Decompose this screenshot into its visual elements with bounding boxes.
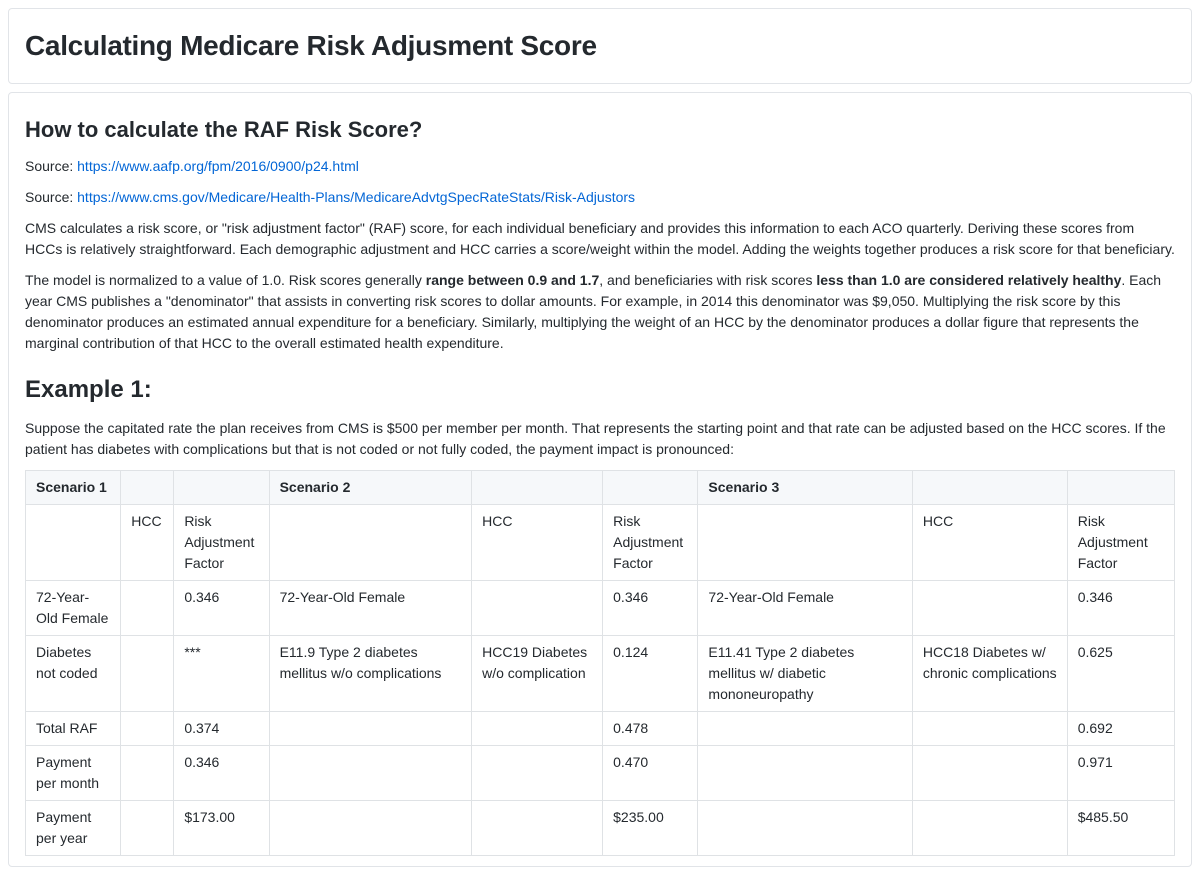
title-card: Calculating Medicare Risk Adjusment Scor… <box>8 8 1192 84</box>
cell <box>121 746 174 801</box>
th-blank <box>472 471 603 505</box>
cell-hcc-label: HCC <box>121 505 174 581</box>
source-prefix: Source: <box>25 158 77 174</box>
cell <box>698 801 912 856</box>
cell <box>472 801 603 856</box>
cell <box>121 636 174 712</box>
cell: 72-Year-Old Female <box>698 581 912 636</box>
cell-raf-label: Risk Adjustment Factor <box>1067 505 1174 581</box>
cell: 72-Year-Old Female <box>26 581 121 636</box>
cell: 0.470 <box>603 746 698 801</box>
cell: 0.346 <box>603 581 698 636</box>
cell-hcc-label: HCC <box>912 505 1067 581</box>
th-blank <box>121 471 174 505</box>
cell <box>269 712 472 746</box>
cell-hcc-label: HCC <box>472 505 603 581</box>
source-link-2[interactable]: https://www.cms.gov/Medicare/Health-Plan… <box>77 189 635 205</box>
th-scenario-1: Scenario 1 <box>26 471 121 505</box>
source-line-1: Source: https://www.aafp.org/fpm/2016/09… <box>25 156 1175 177</box>
table-row: Total RAF 0.374 0.478 0.692 <box>26 712 1175 746</box>
cell <box>698 505 912 581</box>
th-scenario-2: Scenario 2 <box>269 471 472 505</box>
cell-raf-label: Risk Adjustment Factor <box>174 505 269 581</box>
cell-raf-label: Risk Adjustment Factor <box>603 505 698 581</box>
paragraph-2: The model is normalized to a value of 1.… <box>25 270 1175 354</box>
cell: *** <box>174 636 269 712</box>
cell: Total RAF <box>26 712 121 746</box>
cell: Payment per month <box>26 746 121 801</box>
para2-bold-1: range between 0.9 and 1.7 <box>426 272 600 288</box>
cell <box>912 581 1067 636</box>
cell: 0.971 <box>1067 746 1174 801</box>
cell <box>269 746 472 801</box>
th-blank <box>1067 471 1174 505</box>
cell <box>698 712 912 746</box>
th-blank <box>912 471 1067 505</box>
para2-part-c: , and beneficiaries with risk scores <box>599 272 816 288</box>
table-header-row-1: Scenario 1 Scenario 2 Scenario 3 <box>26 471 1175 505</box>
cell: 0.124 <box>603 636 698 712</box>
th-blank <box>603 471 698 505</box>
cell: 0.346 <box>1067 581 1174 636</box>
cell: $235.00 <box>603 801 698 856</box>
cell: 0.374 <box>174 712 269 746</box>
cell: HCC18 Diabetes w/ chronic complications <box>912 636 1067 712</box>
cell: E11.9 Type 2 diabetes mellitus w/o compl… <box>269 636 472 712</box>
cell <box>698 746 912 801</box>
cell: $173.00 <box>174 801 269 856</box>
cell <box>121 581 174 636</box>
cell: 0.478 <box>603 712 698 746</box>
cell <box>121 712 174 746</box>
cell: $485.50 <box>1067 801 1174 856</box>
table-row: 72-Year-Old Female 0.346 72-Year-Old Fem… <box>26 581 1175 636</box>
section-heading: How to calculate the RAF Risk Score? <box>25 113 1175 146</box>
scenario-table: Scenario 1 Scenario 2 Scenario 3 HCC Ris… <box>25 470 1175 856</box>
page-title: Calculating Medicare Risk Adjusment Scor… <box>25 25 1175 67</box>
cell: 0.625 <box>1067 636 1174 712</box>
cell: 0.346 <box>174 746 269 801</box>
cell: Diabetes not coded <box>26 636 121 712</box>
source-link-1[interactable]: https://www.aafp.org/fpm/2016/0900/p24.h… <box>77 158 359 174</box>
cell: 0.692 <box>1067 712 1174 746</box>
cell <box>269 505 472 581</box>
para2-bold-2: less than 1.0 are considered relatively … <box>816 272 1121 288</box>
cell <box>912 746 1067 801</box>
example-intro: Suppose the capitated rate the plan rece… <box>25 418 1175 460</box>
cell <box>26 505 121 581</box>
th-scenario-3: Scenario 3 <box>698 471 912 505</box>
table-row: Payment per year $173.00 $235.00 $485.50 <box>26 801 1175 856</box>
table-header-row-2: HCC Risk Adjustment Factor HCC Risk Adju… <box>26 505 1175 581</box>
paragraph-1: CMS calculates a risk score, or "risk ad… <box>25 218 1175 260</box>
cell <box>472 712 603 746</box>
cell: E11.41 Type 2 diabetes mellitus w/ diabe… <box>698 636 912 712</box>
table-row: Diabetes not coded *** E11.9 Type 2 diab… <box>26 636 1175 712</box>
para2-part-a: The model is normalized to a value of 1.… <box>25 272 426 288</box>
source-prefix: Source: <box>25 189 77 205</box>
example-heading: Example 1: <box>25 372 1175 408</box>
cell <box>472 581 603 636</box>
cell <box>912 801 1067 856</box>
cell <box>472 746 603 801</box>
content-card: How to calculate the RAF Risk Score? Sou… <box>8 92 1192 867</box>
cell: 0.346 <box>174 581 269 636</box>
cell: 72-Year-Old Female <box>269 581 472 636</box>
cell <box>912 712 1067 746</box>
cell: Payment per year <box>26 801 121 856</box>
th-blank <box>174 471 269 505</box>
cell: HCC19 Diabetes w/o complication <box>472 636 603 712</box>
cell <box>269 801 472 856</box>
table-row: Payment per month 0.346 0.470 0.971 <box>26 746 1175 801</box>
cell <box>121 801 174 856</box>
source-line-2: Source: https://www.cms.gov/Medicare/Hea… <box>25 187 1175 208</box>
